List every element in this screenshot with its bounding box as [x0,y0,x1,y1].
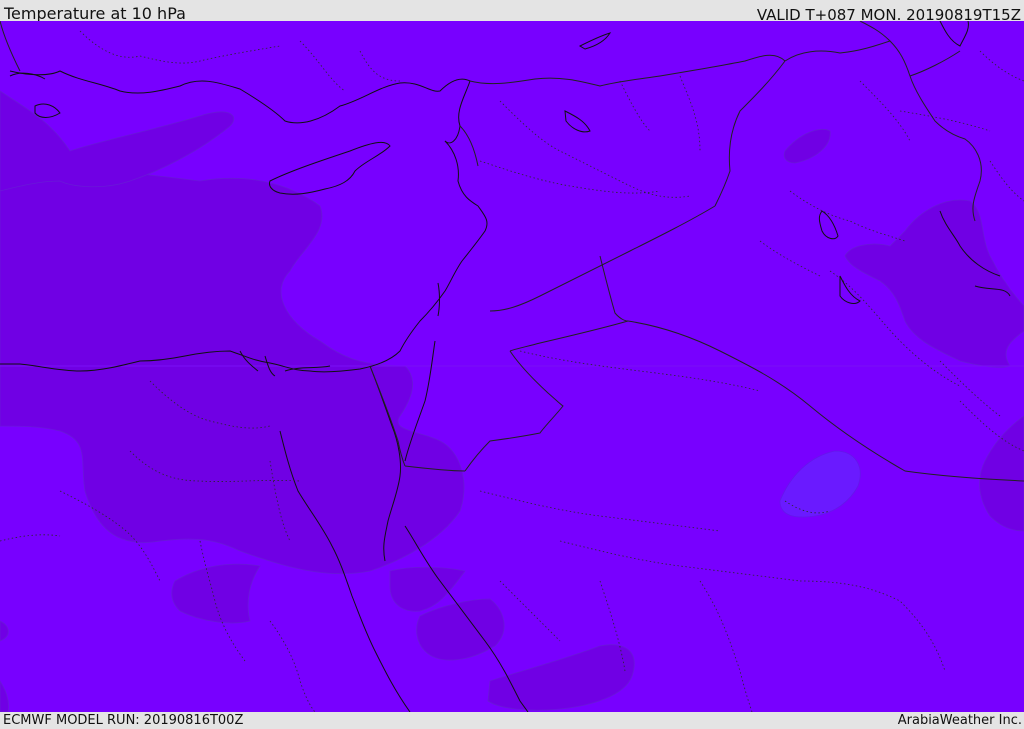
temperature-map[interactable] [0,21,1024,712]
credit-label: ArabiaWeather Inc. [897,713,1022,728]
model-run-label: ECMWF MODEL RUN: 20190816T00Z [3,713,244,728]
header-bar: Temperature at 10 hPa VALID T+087 MON. 2… [0,0,1024,24]
map-panel[interactable] [0,21,1024,712]
footer-bar: ECMWF MODEL RUN: 20190816T00Z ArabiaWeat… [0,712,1024,729]
